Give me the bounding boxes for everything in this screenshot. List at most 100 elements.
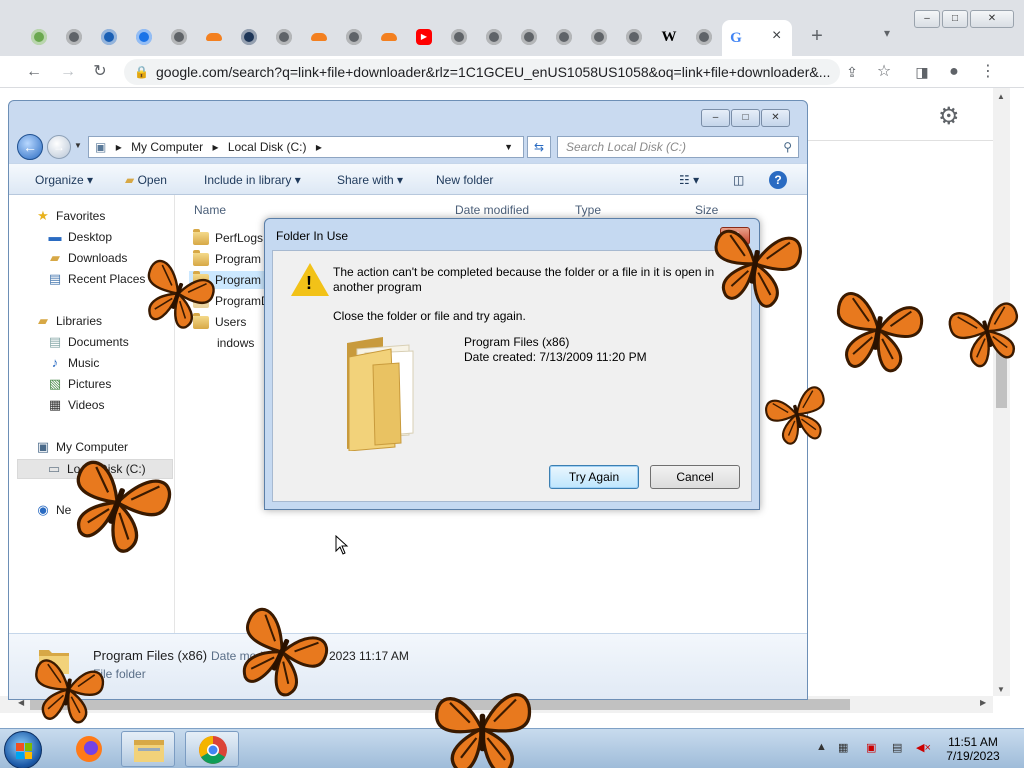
star-icon: ★ <box>37 208 49 223</box>
browser-tab[interactable] <box>302 24 336 50</box>
maximize-button[interactable]: □ <box>942 10 968 28</box>
google-settings-icon[interactable]: ⚙ <box>938 102 960 131</box>
minimize-button[interactable]: – <box>914 10 940 28</box>
forward-icon[interactable]: → <box>58 62 78 82</box>
nav-downloads[interactable]: ▰ Downloads <box>47 251 127 266</box>
help-icon[interactable]: ? <box>769 171 787 189</box>
browser-tab[interactable]: G × <box>722 20 792 56</box>
refresh-icon[interactable]: ⇆ <box>527 136 551 158</box>
music-icon: ♪ <box>51 355 59 370</box>
preview-pane-icon[interactable]: ◫ <box>733 173 744 187</box>
chrome-taskbar-icon[interactable] <box>185 731 239 767</box>
column-date-modified[interactable]: Date modified <box>455 203 529 217</box>
scroll-right-icon[interactable]: ▶ <box>980 698 986 707</box>
reload-icon[interactable]: ↻ <box>90 62 110 82</box>
explorer-address-bar[interactable]: ▣ ▸ My Computer ▸ Local Disk (C:) ▸ ▼ <box>88 136 524 158</box>
breadcrumb-my-computer[interactable]: My Computer <box>131 140 203 154</box>
network-error-icon[interactable]: ▣ <box>866 741 876 754</box>
browser-tab[interactable] <box>442 24 476 50</box>
gear-icon <box>136 29 152 45</box>
browser-tab[interactable] <box>267 24 301 50</box>
nav-libraries[interactable]: ▰ Libraries <box>35 313 102 329</box>
start-button[interactable] <box>4 731 42 768</box>
close-button[interactable]: ✕ <box>761 109 790 127</box>
file-row[interactable]: PerfLogs <box>193 228 263 245</box>
breadcrumb-local-disk[interactable]: Local Disk (C:) <box>228 140 307 154</box>
printer-icon[interactable]: ▤ <box>892 741 902 754</box>
clock-date: 7/19/2023 <box>946 749 1000 763</box>
cancel-button[interactable]: Cancel <box>650 465 740 489</box>
try-again-button[interactable]: Try Again <box>549 465 639 489</box>
nav-recent-places[interactable]: ▤ Recent Places <box>47 272 146 287</box>
include-in-library-menu[interactable]: Include in library ▾ <box>204 173 301 187</box>
bookmark-star-icon[interactable]: ☆ <box>874 62 894 82</box>
close-button[interactable]: ✕ <box>970 10 1014 28</box>
forward-button[interactable]: → <box>47 135 71 159</box>
butterfly-icon <box>435 693 532 768</box>
action-center-icon[interactable]: ▦ <box>838 741 848 754</box>
browser-tab[interactable] <box>22 24 56 50</box>
chrome-menu-icon[interactable]: ⋮ <box>978 62 998 82</box>
share-with-menu[interactable]: Share with ▾ <box>337 173 403 187</box>
browser-tab[interactable] <box>162 24 196 50</box>
nav-music[interactable]: ♪ Music <box>47 355 100 371</box>
address-dropdown-icon[interactable]: ▼ <box>504 137 513 157</box>
libraries-icon: ▰ <box>38 313 48 328</box>
folder-icon <box>193 228 209 245</box>
chrome-icon <box>591 29 607 45</box>
tab-search-icon[interactable]: ▾ <box>884 26 890 40</box>
open-button[interactable]: ▰ Open <box>125 173 167 187</box>
browser-tab[interactable] <box>512 24 546 50</box>
back-icon[interactable]: ← <box>24 62 44 82</box>
column-name[interactable]: Name <box>194 203 226 217</box>
close-tab-icon[interactable]: × <box>772 27 781 45</box>
search-icon[interactable]: ⚲ <box>783 137 792 157</box>
taskbar-clock[interactable]: 11:51 AM 7/19/2023 <box>940 735 1006 763</box>
vertical-scrollbar[interactable]: ▲ ▼ <box>993 88 1010 696</box>
new-folder-button[interactable]: New folder <box>436 173 493 187</box>
share-icon[interactable]: ⇪ <box>842 62 862 82</box>
nav-videos[interactable]: ▦ Videos <box>47 398 105 413</box>
nav-pictures[interactable]: ▧ Pictures <box>47 377 112 392</box>
profile-icon[interactable]: ● <box>944 62 964 82</box>
firefox-taskbar-icon[interactable] <box>62 731 116 767</box>
browser-tab[interactable]: ▶ <box>407 24 441 50</box>
scroll-up-icon[interactable]: ▲ <box>997 92 1005 101</box>
browser-tab[interactable] <box>127 24 161 50</box>
explorer-taskbar-icon[interactable] <box>121 731 175 767</box>
browser-tab[interactable] <box>337 24 371 50</box>
minimize-button[interactable]: – <box>701 109 730 127</box>
new-tab-button[interactable]: + <box>806 24 828 48</box>
nav-desktop[interactable]: ▬ Desktop <box>47 230 113 245</box>
browser-tab[interactable] <box>617 24 651 50</box>
explorer-search-input[interactable]: Search Local Disk (C:) ⚲ <box>557 136 799 158</box>
browser-tab[interactable]: W <box>652 24 686 50</box>
browser-tab[interactable] <box>477 24 511 50</box>
youtube-icon: ▶ <box>416 29 432 45</box>
browser-tab[interactable] <box>582 24 616 50</box>
clock-time: 11:51 AM <box>948 735 998 749</box>
scroll-down-icon[interactable]: ▼ <box>997 685 1005 694</box>
browser-tab[interactable] <box>197 24 231 50</box>
organize-menu[interactable]: Organize ▾ <box>35 173 93 187</box>
side-panel-icon[interactable]: ◨ <box>912 62 932 82</box>
column-type[interactable]: Type <box>575 203 601 217</box>
browser-tab[interactable] <box>687 24 721 50</box>
browser-tab[interactable] <box>92 24 126 50</box>
browser-tab[interactable] <box>547 24 581 50</box>
maximize-button[interactable]: □ <box>731 109 760 127</box>
browser-tab[interactable] <box>232 24 266 50</box>
back-button[interactable]: ← <box>17 134 43 160</box>
nav-favorites[interactable]: ★ Favorites <box>35 208 105 224</box>
show-hidden-icons-icon[interactable]: ▲ <box>816 741 827 753</box>
browser-tab[interactable] <box>372 24 406 50</box>
browser-tab[interactable] <box>57 24 91 50</box>
nav-documents[interactable]: ▤ Documents <box>47 335 129 350</box>
view-options-icon[interactable]: ☷ ▾ <box>679 173 699 187</box>
address-bar[interactable]: 🔒 google.com/search?q=link+file+download… <box>124 59 840 85</box>
chrome-icon <box>556 29 572 45</box>
explorer-titlebar[interactable] <box>9 101 807 131</box>
file-row[interactable]: indows <box>217 336 254 350</box>
volume-muted-icon[interactable]: ◀× <box>916 741 931 754</box>
recent-pages-icon[interactable]: ▼ <box>74 141 82 150</box>
